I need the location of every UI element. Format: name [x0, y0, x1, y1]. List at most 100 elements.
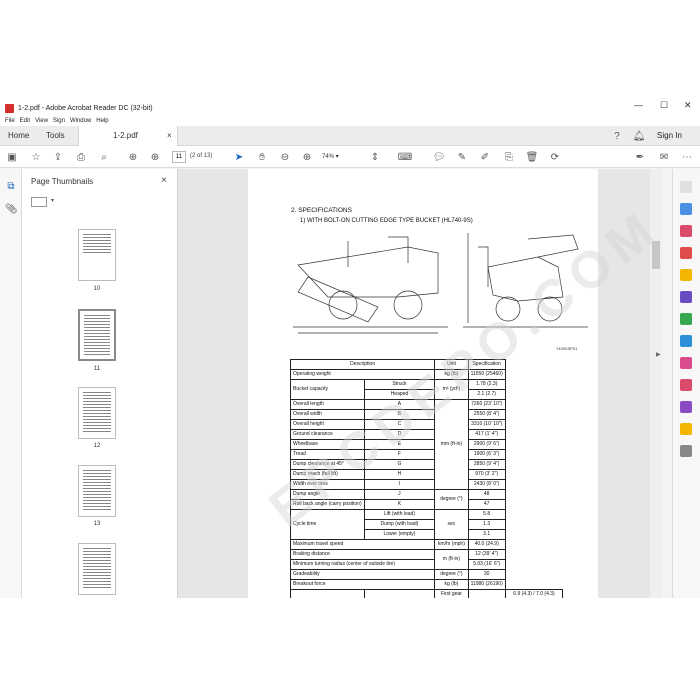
table-cell: Overall length: [290, 399, 365, 410]
rotate-icon[interactable]: ⟳: [548, 150, 562, 164]
table-cell: 2430 (8' 0"): [467, 479, 506, 490]
print-icon[interactable]: ⎙: [74, 150, 88, 164]
thumbnails-close-icon[interactable]: ×: [161, 175, 167, 186]
highlight-pen-icon[interactable]: ✎: [455, 150, 469, 164]
send-for-signature-icon[interactable]: [680, 423, 692, 435]
table-cell: Dump clearance at 45°: [290, 459, 365, 470]
table-cell: 48: [467, 489, 506, 500]
table-cell: 1.3: [467, 519, 506, 530]
search-tool-icon[interactable]: [680, 181, 692, 193]
table-cell: 3310 (10' 10"): [467, 419, 506, 430]
select-cursor-icon[interactable]: ➤: [232, 150, 246, 164]
bookmark-star-icon[interactable]: ☆: [29, 150, 43, 164]
zoom-level-dropdown[interactable]: 74% ▾: [322, 151, 352, 163]
comment-tool-icon[interactable]: [680, 269, 692, 281]
table-cell: B: [363, 409, 436, 420]
page-count-label: (2 of 13): [190, 153, 213, 159]
protect-icon[interactable]: [680, 357, 692, 369]
cell-sub: Struck: [363, 379, 436, 390]
search-icon[interactable]: ⌕: [97, 150, 111, 164]
tab-document-label: 1-2.pdf: [113, 131, 138, 140]
previous-page-icon[interactable]: ⊕: [126, 150, 140, 164]
next-page-icon[interactable]: ⊕: [148, 150, 162, 164]
menu-file[interactable]: File: [5, 118, 15, 124]
thumbnail-page-number: 10: [93, 286, 101, 292]
stamp-icon[interactable]: ⎘: [502, 150, 516, 164]
cell-spec: 2.1 (2.7): [467, 389, 506, 400]
cell-desc: Operating weight: [289, 369, 436, 380]
maximize-button[interactable]: ☐: [660, 100, 668, 111]
page-thumbnails-icon[interactable]: ⧉: [4, 179, 18, 193]
menu-help[interactable]: Help: [96, 118, 108, 124]
cell-unit: degree (°): [434, 569, 469, 580]
combine-files-icon[interactable]: [680, 291, 692, 303]
table-cell: 47: [467, 499, 506, 510]
page-number-input[interactable]: 11: [172, 151, 186, 163]
document-scrollbar[interactable]: [650, 169, 662, 598]
save-icon[interactable]: ▣: [5, 150, 19, 164]
left-navigation-rail: ⧉ 📎︎: [0, 169, 22, 598]
expand-right-panel-icon[interactable]: ▶: [656, 351, 661, 358]
thumbnail-page[interactable]: [78, 229, 116, 281]
specifications-table: Description Unit Specification Operating…: [289, 359, 564, 598]
notifications-bell-icon[interactable]: 🔔︎: [632, 129, 646, 143]
cell-spec: 12 (39' 4"): [467, 549, 506, 560]
menu-sign[interactable]: Sign: [53, 118, 65, 124]
tab-document[interactable]: 1-2.pdf ×: [78, 126, 178, 146]
help-icon[interactable]: ?: [610, 129, 624, 143]
thumbnail-page-number: 13: [93, 521, 101, 527]
window-title: 1-2.pdf - Adobe Acrobat Reader DC (32-bi…: [18, 104, 153, 112]
minimize-button[interactable]: —: [634, 100, 643, 110]
close-window-button[interactable]: ✕: [684, 100, 692, 111]
cell-unit: kg (lb): [434, 579, 469, 590]
export-pdf-icon[interactable]: [680, 247, 692, 259]
table-cell: Lower (empty): [363, 529, 436, 540]
thumbnail-page[interactable]: [78, 465, 116, 517]
thumbnail-options-icon[interactable]: [31, 197, 47, 207]
menu-window[interactable]: Window: [70, 118, 91, 124]
table-cell: K: [363, 499, 436, 510]
email-icon[interactable]: ✉: [657, 150, 671, 164]
table-cell: mm (ft-in): [434, 399, 469, 490]
header-unit: Unit: [434, 359, 469, 370]
fill-sign-icon[interactable]: ✒: [633, 150, 647, 164]
attachments-paperclip-icon[interactable]: 📎︎: [4, 202, 18, 216]
more-tools-icon[interactable]: [680, 445, 692, 457]
organize-pages-icon[interactable]: [680, 313, 692, 325]
draw-icon[interactable]: ✐: [478, 150, 492, 164]
more-options-icon[interactable]: ⋯: [680, 150, 694, 164]
redact-icon[interactable]: [680, 379, 692, 391]
cell-spec: 11980 (26190): [467, 579, 506, 590]
table-cell: Dump reach (full lift): [290, 469, 365, 480]
zoom-out-icon[interactable]: ⊖: [278, 150, 292, 164]
thumbnail-page[interactable]: [78, 543, 116, 595]
tab-home[interactable]: Home: [0, 126, 37, 146]
table-cell: 2850 (9' 4"): [467, 459, 506, 470]
edit-pdf-icon[interactable]: [680, 225, 692, 237]
zoom-level-value: 74%: [322, 154, 335, 160]
scan-ocr-icon[interactable]: [680, 335, 692, 347]
table-cell: Dump angle: [290, 489, 365, 500]
chevron-down-icon[interactable]: ▾: [51, 197, 54, 204]
tab-tools[interactable]: Tools: [38, 126, 73, 146]
keyboard-icon[interactable]: ⌨: [398, 150, 412, 164]
create-pdf-icon[interactable]: [680, 203, 692, 215]
table-row: Roll back angle (carry position) K 47: [290, 499, 563, 510]
zoom-in-icon[interactable]: ⊕: [300, 150, 314, 164]
upload-icon[interactable]: ⇪: [51, 150, 65, 164]
page-fit-icon[interactable]: ⇕: [368, 150, 382, 164]
menu-view[interactable]: View: [35, 118, 48, 124]
table-row: Travel speedForward (DANA axle/ZF axle)F…: [290, 589, 564, 598]
hand-tool-icon[interactable]: ✋︎: [255, 150, 269, 164]
thumbnail-page[interactable]: [78, 387, 116, 439]
menu-edit[interactable]: Edit: [20, 118, 30, 124]
tab-close-icon[interactable]: ×: [167, 126, 172, 146]
thumbnail-page-selected[interactable]: [78, 309, 116, 361]
sign-in-button[interactable]: Sign In: [657, 131, 682, 140]
cell-desc: Minimum turning radius (center of outsid…: [289, 559, 436, 570]
fill-and-sign-icon[interactable]: [680, 401, 692, 413]
comment-icon[interactable]: 💬︎: [432, 150, 446, 164]
table-cell: E: [363, 439, 436, 450]
document-scroll-thumb[interactable]: [652, 241, 660, 269]
delete-icon[interactable]: 🗑︎: [525, 150, 539, 164]
